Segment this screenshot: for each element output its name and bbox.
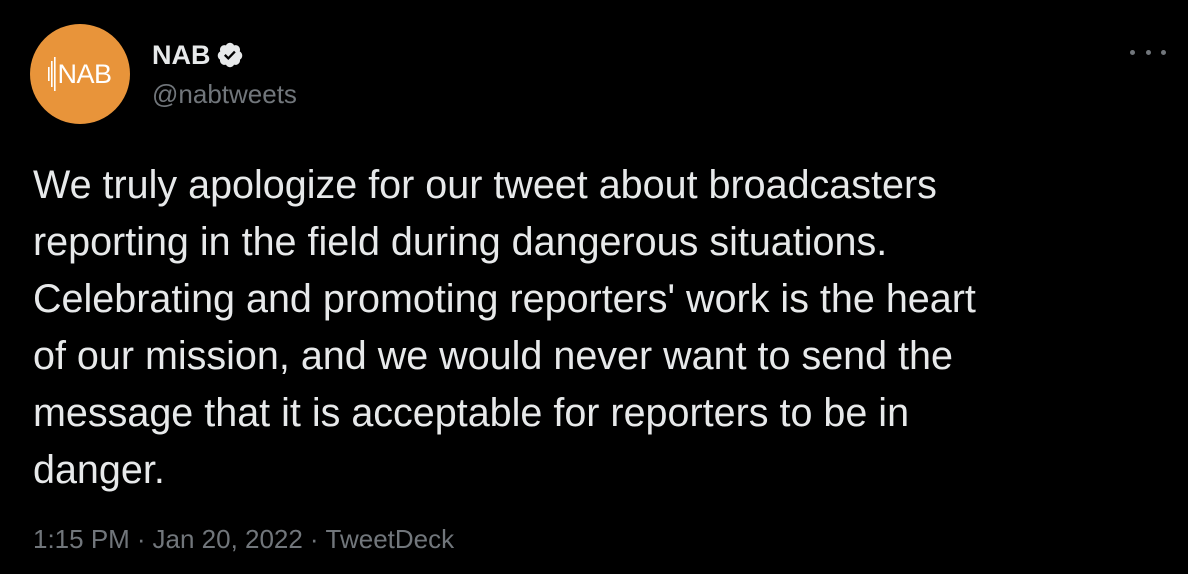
tweet-time[interactable]: 1:15 PM <box>33 524 130 554</box>
verified-badge-icon <box>217 42 242 68</box>
avatar-logo: NAB <box>48 57 112 91</box>
more-options-icon[interactable] <box>1130 42 1166 62</box>
avatar-text: NAB <box>57 58 112 89</box>
meta-separator: · <box>136 524 146 554</box>
name-row: NAB <box>152 35 297 75</box>
tweet-header: NAB NAB @nabtweets <box>30 24 297 124</box>
tweet-source[interactable]: TweetDeck <box>326 524 455 554</box>
avatar[interactable]: NAB <box>30 24 130 124</box>
author-display-name[interactable]: NAB <box>152 35 211 75</box>
author-handle[interactable]: @nabtweets <box>152 75 297 113</box>
more-dot <box>1130 49 1135 55</box>
tweet-text: We truly apologize for our tweet about b… <box>33 163 976 492</box>
more-dot <box>1161 49 1166 55</box>
more-dot <box>1145 49 1151 55</box>
tweet-meta: 1:15 PM · Jan 20, 2022 · TweetDeck <box>33 519 454 559</box>
tweet-date[interactable]: Jan 20, 2022 <box>153 524 303 554</box>
nab-soundwave-icon <box>48 57 57 91</box>
tweet-card: NAB NAB @nabtweets We truly apologize fo… <box>0 0 1188 574</box>
meta-separator: · <box>309 524 319 554</box>
author-names: NAB @nabtweets <box>152 35 297 113</box>
